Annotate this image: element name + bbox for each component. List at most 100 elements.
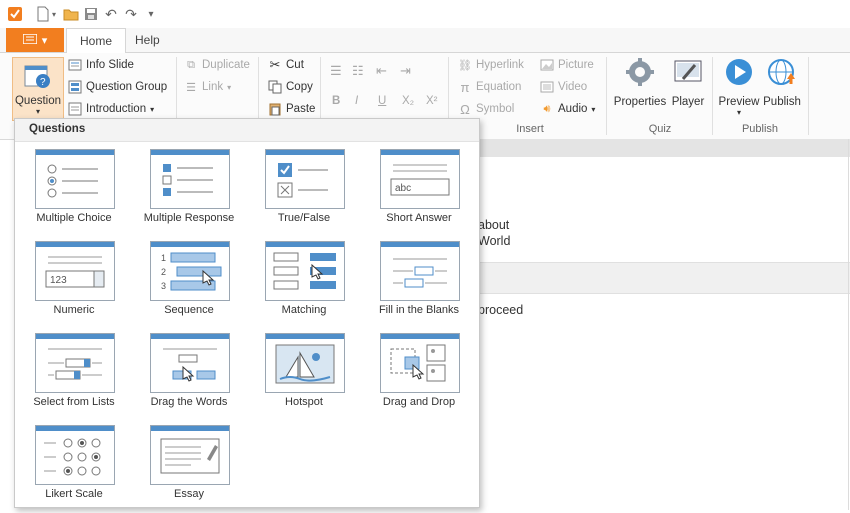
publish-group-label: Publish — [741, 123, 779, 135]
save-icon[interactable] — [82, 5, 100, 23]
question-icon: ? — [23, 62, 53, 93]
paste-icon — [268, 102, 282, 116]
question-button[interactable]: ? Question ▾ — [12, 57, 64, 121]
picture-icon — [540, 58, 554, 72]
question-type-true-false[interactable]: True/False — [254, 149, 354, 237]
tab-help[interactable]: Help — [122, 28, 173, 52]
svg-text:?: ? — [40, 77, 46, 88]
player-icon — [673, 57, 703, 90]
quiz-group-label: Quiz — [648, 123, 672, 135]
numeric-icon: 123 — [35, 241, 115, 301]
increase-indent-icon[interactable]: ⇥ — [400, 63, 411, 79]
preview-button[interactable]: Preview ▾ — [718, 57, 760, 117]
slide-text-line: proceed — [478, 303, 524, 317]
cut-button[interactable]: ✂ Cut — [268, 57, 304, 72]
fill-in-the-blanks-icon — [380, 241, 460, 301]
decrease-indent-icon[interactable]: ⇤ — [376, 63, 387, 79]
question-type-sequence[interactable]: 123 Sequence — [139, 241, 239, 329]
question-type-multiple-choice[interactable]: Multiple Choice — [24, 149, 124, 237]
select-from-lists-icon — [35, 333, 115, 393]
svg-text:abc: abc — [395, 183, 411, 194]
equation-button[interactable]: π Equation — [458, 80, 522, 95]
question-type-hotspot[interactable]: Hotspot — [254, 333, 354, 421]
audio-button[interactable]: 🔊︎ Audio ▾ — [540, 102, 596, 116]
quick-access-toolbar: ▾ ↶ ↷ ▾ — [0, 0, 850, 29]
chevron-down-icon: ▾ — [41, 34, 48, 47]
globe-icon — [767, 57, 797, 90]
bullet-list-icon[interactable]: ☰ — [330, 63, 342, 79]
gear-icon — [625, 57, 655, 90]
redo-icon[interactable]: ↷ — [122, 5, 140, 23]
hyperlink-icon: ⛓ — [458, 59, 472, 72]
question-type-drag-the-words[interactable]: Drag the Words — [139, 333, 239, 421]
video-icon — [540, 80, 554, 94]
app-logo-icon — [6, 5, 24, 23]
properties-button[interactable]: Properties — [612, 57, 668, 108]
ribbon-separator — [606, 57, 607, 135]
question-type-fill-in-the-blanks[interactable]: Fill in the Blanks — [369, 241, 469, 329]
short-answer-icon: abc — [380, 149, 460, 209]
matching-icon — [265, 241, 345, 301]
question-type-likert-scale[interactable]: Likert Scale — [24, 425, 124, 513]
question-type-short-answer[interactable]: abc Short Answer — [369, 149, 469, 237]
hyperlink-button[interactable]: ⛓ Hyperlink — [458, 58, 524, 72]
question-type-select-from-lists[interactable]: Select from Lists — [24, 333, 124, 421]
introduction-icon — [68, 102, 82, 116]
dropdown-title: Questions — [29, 123, 86, 135]
info-slide-button[interactable]: Info Slide — [68, 58, 134, 72]
italic-button[interactable]: I — [355, 95, 358, 107]
chevron-down-icon: ▾ — [150, 104, 155, 114]
duplicate-icon: ⧉ — [187, 58, 195, 71]
svg-text:1: 1 — [161, 253, 166, 263]
numbered-list-icon[interactable]: ☷ — [352, 63, 364, 79]
player-button[interactable]: Player — [670, 57, 706, 108]
question-type-essay[interactable]: Essay — [139, 425, 239, 513]
customize-toolbar-icon[interactable]: ▾ — [142, 5, 160, 23]
panel-border — [848, 139, 849, 510]
superscript-button[interactable]: X² — [426, 95, 438, 107]
publish-button[interactable]: Publish — [762, 57, 802, 108]
slide-header-bar — [475, 139, 850, 157]
copy-icon — [268, 80, 282, 94]
file-menu-button[interactable]: ▾ — [6, 28, 64, 52]
introduction-button[interactable]: Introduction ▾ — [68, 102, 154, 116]
paste-button[interactable]: Paste — [268, 102, 315, 116]
question-type-drag-and-drop[interactable]: Drag and Drop — [369, 333, 469, 421]
multiple-choice-icon — [35, 149, 115, 209]
slide-text-line: World — [478, 234, 511, 248]
duplicate-button[interactable]: ⧉ Duplicate — [184, 58, 250, 72]
insert-group-label: Insert — [516, 123, 544, 135]
question-group-icon — [68, 80, 82, 94]
multiple-response-icon — [150, 149, 230, 209]
question-type-multiple-response[interactable]: Multiple Response — [139, 149, 239, 237]
video-button[interactable]: Video — [540, 80, 587, 94]
bold-button[interactable]: B — [332, 95, 340, 107]
question-button-label: Question — [14, 95, 62, 107]
open-folder-icon[interactable] — [62, 5, 80, 23]
copy-button[interactable]: Copy — [268, 80, 313, 94]
underline-button[interactable]: U — [378, 95, 386, 107]
sequence-icon: 1 2 3 — [150, 241, 230, 301]
link-button[interactable]: ☰ Link ▾ — [184, 80, 231, 94]
svg-text:2: 2 — [161, 267, 166, 277]
tab-home[interactable]: Home — [66, 28, 127, 54]
undo-icon[interactable]: ↶ — [102, 5, 120, 23]
question-group-button[interactable]: Question Group — [68, 80, 167, 94]
questions-dropdown: Questions Multiple Choice Multiple Respo… — [14, 118, 480, 508]
speaker-icon: 🔊︎ — [543, 102, 551, 115]
dropdown-header: Questions — [15, 119, 479, 142]
slide-text-line: about — [478, 218, 510, 232]
picture-button[interactable]: Picture — [540, 58, 594, 72]
true-false-icon — [265, 149, 345, 209]
drag-and-drop-icon — [380, 333, 460, 393]
chevron-down-icon: ▾ — [227, 82, 232, 92]
new-file-dropdown-icon[interactable]: ▾ — [50, 5, 58, 23]
link-icon: ☰ — [186, 81, 196, 94]
question-type-matching[interactable]: Matching — [254, 241, 354, 329]
slide-section-bar — [475, 262, 850, 294]
ribbon-separator — [808, 57, 809, 135]
subscript-button[interactable]: X₂ — [402, 95, 414, 107]
question-type-numeric[interactable]: 123 Numeric — [24, 241, 124, 329]
symbol-button[interactable]: Ω Symbol — [458, 102, 514, 117]
scissors-icon: ✂ — [269, 57, 281, 72]
